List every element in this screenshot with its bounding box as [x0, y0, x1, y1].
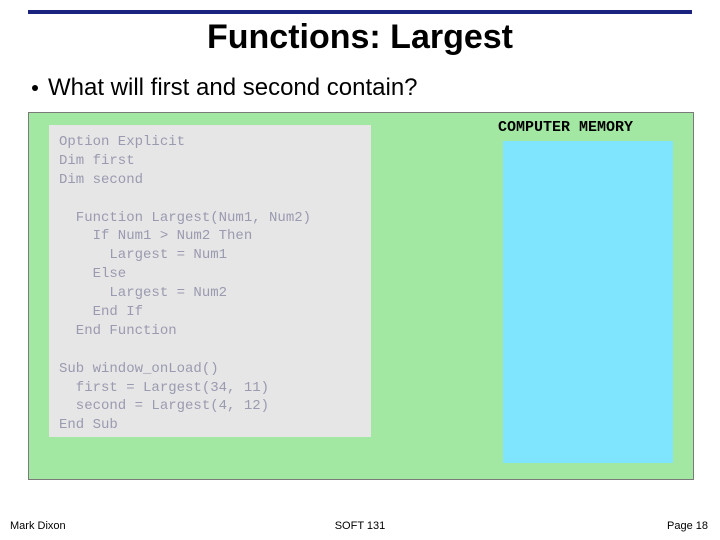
- memory-label: COMPUTER MEMORY: [498, 119, 633, 136]
- bullet-item: What will first and second contain?: [32, 74, 418, 102]
- diagram-panel: Option Explicit Dim first Dim second Fun…: [28, 112, 694, 480]
- footer-course: SOFT 131: [0, 520, 720, 532]
- code-listing: Option Explicit Dim first Dim second Fun…: [49, 125, 371, 437]
- header-rule: [28, 10, 692, 14]
- bullet-text: What will first and second contain?: [48, 74, 418, 102]
- footer-page: Page 18: [667, 520, 708, 532]
- bullet-dot-icon: [32, 85, 38, 91]
- slide-title: Functions: Largest: [0, 18, 720, 57]
- memory-panel: [503, 141, 673, 463]
